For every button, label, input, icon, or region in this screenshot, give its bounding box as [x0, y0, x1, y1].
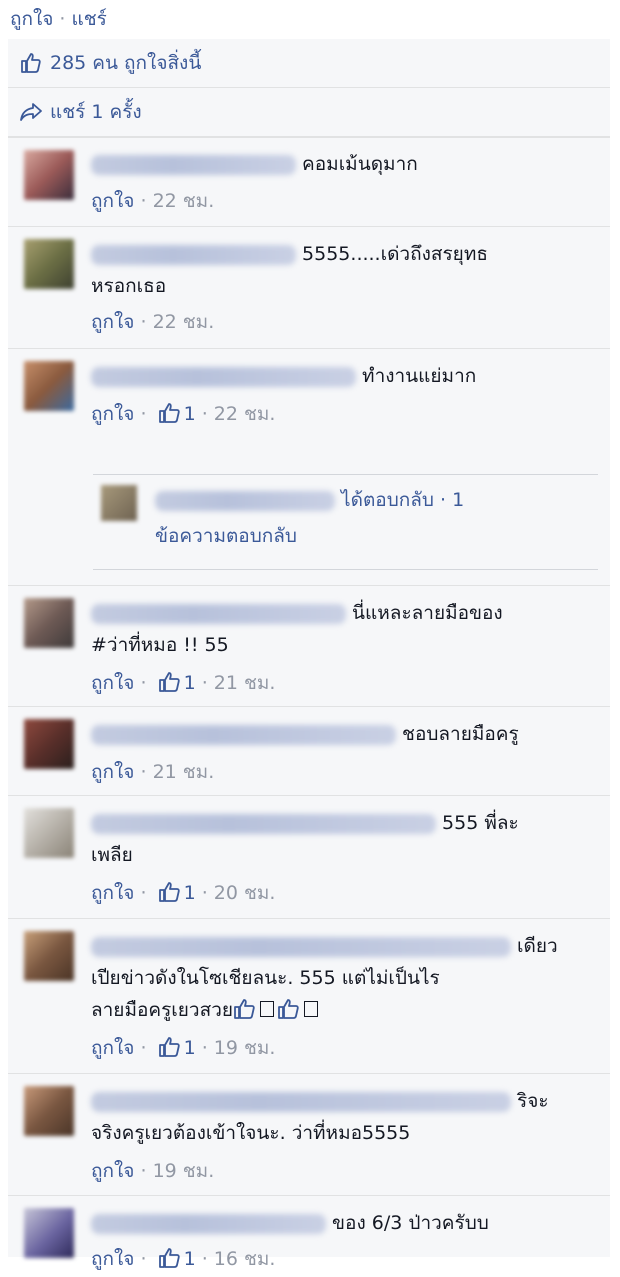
comment-text: เดียว	[517, 935, 558, 957]
comment-meta: ถูกใจ · 1 · 19 ชม.	[91, 1033, 275, 1066]
like-link[interactable]: ถูกใจ	[10, 4, 53, 34]
comment-text: 555 พี่ละ	[442, 812, 519, 834]
reply-count[interactable]: 1	[452, 489, 464, 511]
comment-text-cont: ลายมือครูเยวสวย	[91, 999, 233, 1021]
comment-text: คอมเม้นดุมาก	[302, 153, 418, 175]
like-thumb-icon[interactable]	[158, 1247, 181, 1277]
comment-like-link[interactable]: ถูกใจ	[91, 311, 134, 333]
comment-text-cont: เพลีย	[91, 844, 133, 866]
comment-text: ทำงานแย่มาก	[362, 365, 477, 387]
comment-timestamp[interactable]: 22 ชม.	[153, 311, 215, 333]
commenter-name[interactable]	[91, 154, 296, 175]
commenter-name[interactable]	[91, 366, 356, 387]
like-thumb-icon[interactable]	[158, 402, 181, 432]
comment-text: 5555.....เด่วถึงสรยุทธ	[302, 243, 488, 265]
commenter-name[interactable]	[91, 1091, 511, 1112]
comment-timestamp[interactable]: 21 ชม.	[153, 761, 215, 783]
share-link[interactable]: แชร์	[71, 4, 106, 34]
comment-like-link[interactable]: ถูกใจ	[91, 1037, 134, 1059]
comment-item: เดียว เปียข่าวดังในโซเชียลนะ. 555 แต่ไม่…	[8, 918, 610, 1073]
avatar[interactable]	[101, 485, 137, 521]
share-arrow-icon	[20, 102, 42, 122]
comment-meta: ถูกใจ · 1 · 16 ชม.	[91, 1244, 275, 1277]
comment-like-count[interactable]: 1	[184, 1248, 196, 1270]
comment-timestamp[interactable]: 20 ชม.	[214, 882, 276, 904]
avatar[interactable]	[24, 931, 74, 981]
comment-item: นี่แหละลายมือของ #ว่าที่หมอ !! 55 ถูกใจ …	[8, 585, 610, 706]
commenter-name[interactable]	[91, 244, 296, 265]
comment-meta: ถูกใจ · 1 · 21 ชม.	[91, 668, 275, 701]
comment-text: ของ 6/3 ป่าวครับบ	[332, 1212, 489, 1234]
avatar[interactable]	[24, 1086, 74, 1136]
shares-summary-row[interactable]: แชร์ 1 ครั้ง	[8, 88, 610, 137]
commenter-name[interactable]	[91, 813, 436, 834]
comment-item: 5555.....เด่วถึงสรยุทธ หรอกเธอ ถูกใจ · 2…	[8, 226, 610, 348]
comment-timestamp[interactable]: 22 ชม.	[214, 403, 276, 425]
comment-item: ของ 6/3 ป่าวครับบ ถูกใจ · 1 · 16 ชม.	[8, 1195, 610, 1270]
comment-text: ริจะ	[517, 1090, 549, 1112]
comment-meta: ถูกใจ · 21 ชม.	[91, 761, 215, 783]
comment-like-count[interactable]: 1	[184, 672, 196, 694]
commenter-name[interactable]	[91, 603, 346, 624]
reply-count-label[interactable]: ข้อความตอบกลับ	[155, 519, 297, 553]
avatar[interactable]	[24, 719, 74, 769]
comment-timestamp[interactable]: 22 ชม.	[153, 190, 215, 212]
comment-meta: ถูกใจ · 22 ชม.	[91, 311, 215, 333]
comment-meta: ถูกใจ · 22 ชม.	[91, 190, 215, 212]
avatar[interactable]	[24, 150, 74, 200]
comment-text: ชอบลายมือครู	[402, 723, 519, 745]
comment-meta: ถูกใจ · 1 · 22 ชม.	[91, 399, 275, 432]
avatar[interactable]	[24, 239, 74, 289]
comment-text-cont: จริงครูเยวต้องเข้าใจนะ. ว่าที่หมอ5555	[91, 1122, 411, 1144]
comment-timestamp[interactable]: 19 ชม.	[214, 1037, 276, 1059]
like-thumb-icon[interactable]	[158, 881, 181, 911]
avatar[interactable]	[24, 598, 74, 648]
comment-like-count[interactable]: 1	[184, 882, 196, 904]
commenter-name[interactable]	[91, 1213, 326, 1234]
comment-like-link[interactable]: ถูกใจ	[91, 190, 134, 212]
comment-timestamp[interactable]: 21 ชม.	[214, 672, 276, 694]
ufi-panel: 285 คน ถูกใจสิ่งนี้ แชร์ 1 ครั้ง คอมเม้น…	[8, 39, 610, 1270]
thumbs-up-emoji-icon	[278, 998, 300, 1028]
replies-summary[interactable]: ได้ตอบกลับ · 1 ข้อความตอบกลับ	[93, 474, 598, 570]
avatar[interactable]	[24, 361, 74, 411]
avatar[interactable]	[24, 808, 74, 858]
comment-timestamp[interactable]: 19 ชม.	[153, 1160, 215, 1182]
comment-like-link[interactable]: ถูกใจ	[91, 882, 134, 904]
replied-link[interactable]: ได้ตอบกลับ	[341, 489, 434, 511]
comment-item: ริจะ จริงครูเยวต้องเข้าใจนะ. ว่าที่หมอ55…	[8, 1073, 610, 1195]
likes-summary-row[interactable]: 285 คน ถูกใจสิ่งนี้	[8, 39, 610, 88]
comment-item: 555 พี่ละ เพลีย ถูกใจ · 1 · 20 ชม.	[8, 795, 610, 918]
comment-item: ชอบลายมือครู ถูกใจ · 21 ชม.	[8, 706, 610, 795]
comment-like-link[interactable]: ถูกใจ	[91, 1248, 134, 1270]
comment-item: คอมเม้นดุมาก ถูกใจ · 22 ชม.	[8, 137, 610, 226]
commenter-name[interactable]	[91, 936, 511, 957]
shares-count-text: แชร์ 1 ครั้ง	[50, 101, 142, 123]
comment-like-link[interactable]: ถูกใจ	[91, 672, 134, 694]
comment-meta: ถูกใจ · 1 · 20 ชม.	[91, 878, 275, 911]
comment-text-cont: #ว่าที่หมอ !! 55	[91, 634, 229, 656]
replier-name[interactable]	[155, 490, 335, 511]
like-thumb-icon[interactable]	[158, 671, 181, 701]
comment-like-link[interactable]: ถูกใจ	[91, 1160, 134, 1182]
missing-glyph-icon	[260, 1001, 274, 1017]
comment-text-cont: เปียข่าวดังในโซเชียลนะ. 555 แต่ไม่เป็นไร	[91, 967, 440, 989]
comment-text: นี่แหละลายมือของ	[352, 602, 503, 624]
like-thumb-icon[interactable]	[158, 1036, 181, 1066]
comment-timestamp[interactable]: 16 ชม.	[214, 1248, 276, 1270]
thumbs-up-emoji-icon	[234, 998, 256, 1028]
comment-like-link[interactable]: ถูกใจ	[91, 761, 134, 783]
likes-count-text: 285 คน ถูกใจสิ่งนี้	[50, 52, 202, 74]
commenter-name[interactable]	[91, 724, 396, 745]
comment-meta: ถูกใจ · 19 ชม.	[91, 1160, 215, 1182]
comment-like-count[interactable]: 1	[184, 403, 196, 425]
comment-text-cont: หรอกเธอ	[91, 275, 167, 297]
comment-like-link[interactable]: ถูกใจ	[91, 403, 134, 425]
avatar[interactable]	[24, 1208, 74, 1258]
post-actions-bar: ถูกใจ · แชร์	[0, 0, 620, 38]
missing-glyph-icon	[304, 1001, 318, 1017]
separator: ·	[59, 8, 66, 30]
thumbs-up-icon	[20, 52, 42, 74]
comment-like-count[interactable]: 1	[184, 1037, 196, 1059]
